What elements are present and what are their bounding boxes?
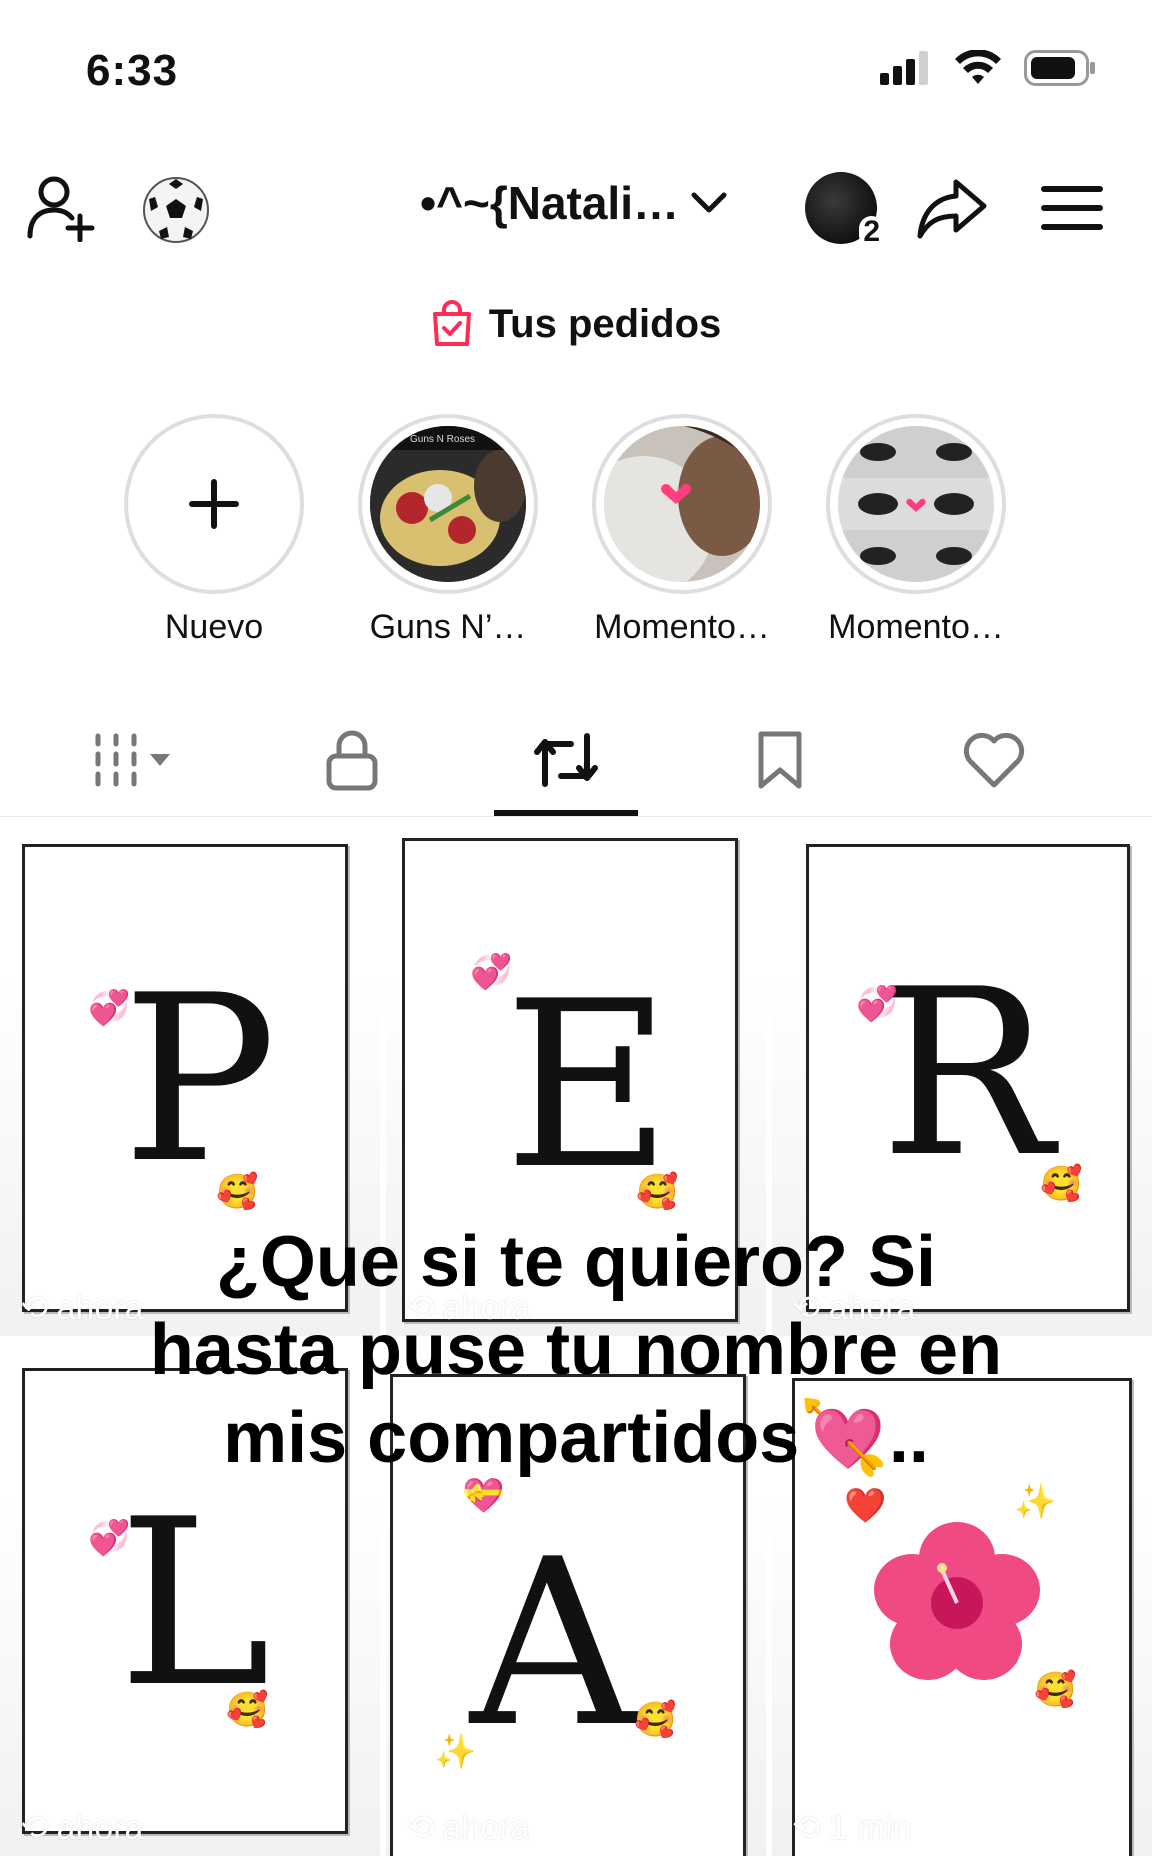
lock-icon bbox=[326, 730, 378, 791]
repost-small-icon: ⟲ bbox=[406, 1809, 435, 1847]
highlight-new[interactable]: Nuevo bbox=[104, 414, 324, 647]
repost-time: ⟲ ahora bbox=[20, 1808, 143, 1848]
heart-sticker-icon: 💞 bbox=[88, 989, 131, 1027]
card-letter: P bbox=[122, 947, 277, 1214]
highlight-new-circle bbox=[124, 414, 304, 594]
guns-n-roses-thumbnail: Guns N Roses bbox=[370, 426, 526, 582]
highlight-momento-1[interactable]: Momento… bbox=[572, 414, 792, 647]
smiling-face-sticker-icon: 🥰 bbox=[636, 1173, 679, 1211]
heart-sticker-icon: 💞 bbox=[856, 985, 899, 1023]
hamburger-menu-icon bbox=[1041, 186, 1103, 230]
red-heart-sticker-icon: ❤️ bbox=[844, 1487, 887, 1525]
highlight-momento-2[interactable]: Momento… bbox=[806, 414, 1026, 647]
sparkles-sticker-icon: ✨ bbox=[434, 1733, 477, 1771]
highlight-ring: Guns N Roses bbox=[358, 414, 538, 594]
card-letter: R bbox=[880, 941, 1054, 1208]
repost-time: ⟲ ahora bbox=[406, 1808, 529, 1848]
status-icons bbox=[880, 50, 1096, 86]
highlight-thumbnail bbox=[604, 426, 760, 582]
add-friend-button[interactable] bbox=[22, 172, 102, 244]
caption-line-3: mis compartidos💘.. bbox=[223, 1398, 929, 1478]
highlight-thumbnail: Guns N Roses bbox=[370, 426, 526, 582]
status-time: 6:33 bbox=[86, 46, 179, 95]
hibiscus-flower-icon bbox=[874, 1522, 1040, 1680]
heart-icon bbox=[963, 732, 1025, 788]
tab-saved[interactable] bbox=[720, 720, 840, 800]
status-bar: 6:33 bbox=[0, 0, 1152, 120]
repost-icon bbox=[534, 733, 598, 787]
caption-line-1: ¿Que si te quiero? Si bbox=[215, 1222, 937, 1302]
highlight-label: Nuevo bbox=[164, 608, 264, 646]
repost-time-text: ahora bbox=[56, 1808, 144, 1847]
username-text: •^~{Natali… bbox=[420, 177, 679, 229]
smiling-face-sticker-icon: 🥰 bbox=[634, 1701, 677, 1739]
plus-icon bbox=[189, 479, 239, 529]
caption-line-2: hasta puse tu nombre en bbox=[149, 1310, 1003, 1390]
momento-photo-thumbnail bbox=[604, 426, 760, 582]
soccer-ball-icon bbox=[143, 177, 209, 243]
highlight-label: Guns N’… bbox=[369, 608, 527, 646]
account-avatar-button[interactable]: 2 bbox=[796, 168, 886, 248]
story-highlights: Nuevo Guns N Roses Guns N’… Momento… Mom… bbox=[0, 414, 1152, 654]
tab-private[interactable] bbox=[292, 720, 412, 800]
highlight-ring bbox=[826, 414, 1006, 594]
repost-time: ⟲ 1 min bbox=[792, 1808, 912, 1848]
smiling-face-sticker-icon: 🥰 bbox=[1034, 1671, 1077, 1709]
tab-reposts[interactable] bbox=[506, 720, 626, 800]
card-letter: A bbox=[470, 1511, 637, 1778]
profile-tabs bbox=[0, 700, 1152, 817]
shopping-bag-icon bbox=[432, 300, 471, 346]
repost-time-text: ahora bbox=[442, 1808, 530, 1847]
repost-small-icon: ⟲ bbox=[20, 1809, 49, 1847]
heart-sticker-icon: 💞 bbox=[470, 953, 513, 991]
menu-button[interactable] bbox=[1036, 176, 1108, 240]
tab-liked[interactable] bbox=[934, 720, 1054, 800]
tab-videos[interactable] bbox=[80, 720, 200, 800]
battery-icon bbox=[1024, 50, 1095, 86]
heart-sticker-icon: 💞 bbox=[88, 1519, 131, 1557]
soccer-ball-button[interactable] bbox=[138, 172, 214, 248]
highlight-label: Momento… bbox=[594, 608, 770, 646]
chevron-down-icon bbox=[691, 192, 727, 213]
orders-link[interactable]: Tus pedidos bbox=[0, 300, 1152, 348]
avatar-badge: 2 bbox=[859, 216, 884, 248]
smiling-face-sticker-icon: 🥰 bbox=[226, 1691, 269, 1729]
cellular-signal-icon bbox=[880, 51, 928, 85]
eyes-collage-thumbnail bbox=[838, 426, 994, 582]
add-user-icon bbox=[27, 176, 95, 242]
repost-time-text: 1 min bbox=[828, 1808, 912, 1847]
highlight-label: Momento… bbox=[828, 608, 1004, 646]
highlight-guns-n-roses[interactable]: Guns N Roses Guns N’… bbox=[338, 414, 558, 647]
card-letter: E bbox=[504, 953, 672, 1220]
share-profile-button[interactable] bbox=[914, 172, 990, 244]
grid-dropdown-icon bbox=[95, 733, 170, 787]
repost-small-icon: ⟲ bbox=[792, 1809, 821, 1847]
wifi-icon bbox=[955, 50, 1001, 84]
smiling-face-sticker-icon: 🥰 bbox=[1040, 1165, 1083, 1203]
overlay-caption: ¿Que si te quiero? Si hasta puse tu nomb… bbox=[60, 1218, 1092, 1482]
bookmark-icon bbox=[758, 731, 802, 789]
sparkles-sticker-icon: ✨ bbox=[1014, 1483, 1057, 1521]
repost-small-icon: ⟲ bbox=[20, 1289, 49, 1327]
username-switcher[interactable]: •^~{Natali… bbox=[420, 176, 729, 230]
card-letter: L bbox=[118, 1471, 271, 1738]
smiling-face-sticker-icon: 🥰 bbox=[216, 1173, 259, 1211]
orders-label: Tus pedidos bbox=[488, 301, 722, 346]
highlight-ring bbox=[592, 414, 772, 594]
svg-text:Guns N Roses: Guns N Roses bbox=[410, 434, 475, 445]
active-tab-indicator bbox=[494, 810, 638, 816]
heart-ribbon-sticker-icon: 💝 bbox=[462, 1477, 505, 1515]
share-arrow-icon bbox=[917, 179, 987, 239]
highlight-thumbnail bbox=[838, 426, 994, 582]
